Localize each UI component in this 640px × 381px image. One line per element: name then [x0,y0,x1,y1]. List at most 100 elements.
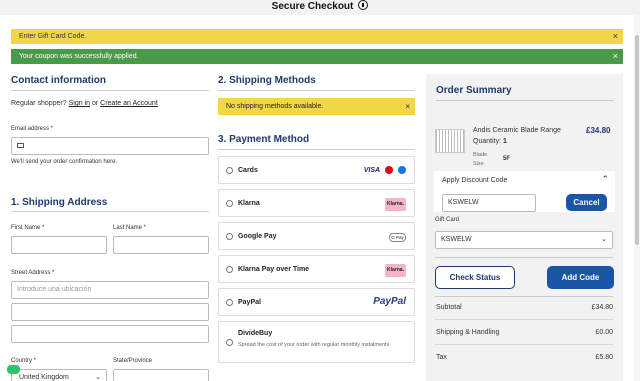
email-field[interactable] [11,137,209,155]
shipping-methods-heading: 2. Shipping Methods [218,75,316,86]
blade-size-label: Blade Size [473,152,488,167]
close-icon[interactable]: × [613,49,618,64]
payment-option-label: Klarna Pay over Time [238,266,310,273]
quantity-line: Quantity: 1 [473,138,507,145]
chevron-down-icon: ⌄ [95,374,101,381]
regular-shopper-line: Regular shopper? Sign in or Create an Ac… [11,100,158,107]
divider [218,149,415,150]
card-logos: VISA [364,166,406,174]
coupon-success-banner: Your coupon was successfully applied. × [11,49,623,64]
add-code-button[interactable]: Add Code [547,266,614,289]
gift-card-message: Enter Gift Card Code. [19,33,87,40]
discount-code-input[interactable]: KSWELW [442,194,536,212]
gift-card-select[interactable]: KSWELW ⌄ [435,231,613,249]
sign-in-link[interactable]: Sign in [69,100,90,107]
shipping-label: Shipping & Handling [436,329,500,336]
dividebuy-description: Spread the cost of your order with regul… [238,342,390,348]
email-label: Email address * [11,126,54,132]
radio-button[interactable] [226,299,233,306]
payment-option-label: PayPal [238,299,261,306]
visa-icon: VISA [363,166,381,174]
coupon-message: Your coupon was successfully applied. [19,53,139,60]
checkout-header: Secure Checkout [0,0,640,15]
country-value: United Kingdom [19,374,69,381]
maestro-icon [398,166,406,174]
radio-button[interactable] [226,266,233,273]
payment-option-klarna[interactable]: Klarna Klarna. [218,189,415,217]
lock-icon [358,0,369,10]
email-note: We'll send your order confirmation here. [11,159,118,165]
create-account-link[interactable]: Create an Account [100,100,158,107]
country-select[interactable]: United Kingdom ⌄ [11,369,107,381]
payment-option-cards[interactable]: Cards VISA [218,156,415,184]
subtotal-label: Subtotal [436,304,462,311]
scrollbar-thumb[interactable] [635,35,639,245]
check-status-button[interactable]: Check Status [435,266,515,289]
no-shipping-notice: No shipping methods available. × [218,98,415,115]
paypal-logo-icon: PayPal [373,296,406,307]
payment-option-google-pay[interactable]: Google Pay G Pay [218,222,415,250]
payment-option-label: Klarna [238,200,260,207]
mail-icon [17,142,24,148]
last-name-field[interactable] [113,236,209,254]
shipping-value: £0.00 [595,329,613,336]
divider [436,100,614,101]
gift-card-label: Gift Card [435,217,460,223]
order-summary-heading: Order Summary [436,85,512,96]
product-name: Andis Ceramic Blade Range [473,127,561,134]
state-field[interactable] [113,369,209,381]
divider [435,296,613,297]
state-label: State/Province [113,358,153,364]
tax-value: £5.80 [595,354,613,361]
chevron-down-icon: ⌄ [601,236,607,243]
radio-button[interactable] [226,233,233,240]
close-icon[interactable]: × [405,98,410,115]
contact-heading: Contact information [11,75,106,86]
discount-heading[interactable]: Apply Discount Code [442,177,507,184]
street-field-2[interactable] [11,303,209,321]
payment-option-label: Cards [238,167,258,174]
payment-option-paypal[interactable]: PayPal PayPal [218,288,415,316]
radio-button[interactable] [226,167,233,174]
payment-option-label: Google Pay [238,233,277,240]
divider [435,344,613,345]
radio-button[interactable] [226,200,233,207]
klarna-logo-icon: Klarna. [385,198,406,211]
close-icon[interactable]: × [613,29,618,44]
last-name-label: Last Name * [113,225,147,231]
subtotal-value: £34.80 [591,304,613,311]
order-summary-panel: Order Summary Andis Ceramic Blade Range … [426,74,623,381]
first-name-label: First Name * [11,225,45,231]
cancel-button[interactable]: Cancel [566,194,607,211]
street-field-1[interactable]: Introduce una ubicación [11,281,209,299]
shipping-address-heading: 1. Shipping Address [11,197,108,208]
divider [218,90,415,91]
quantity-label: Quantity: [473,138,502,145]
street-field-3[interactable] [11,325,209,343]
or-text: or [91,100,99,107]
divider [11,90,209,91]
payment-option-klarna-over-time[interactable]: Klarna Pay over Time Klarna. [218,255,415,283]
divider [435,257,613,258]
page-title: Secure Checkout [271,1,354,12]
street-label: Street Address * [11,270,55,276]
chat-widget-icon[interactable] [7,365,20,374]
scrollbar[interactable] [634,15,640,381]
quantity-value: 1 [502,138,507,145]
no-shipping-text: No shipping methods available. [226,103,324,110]
chevron-up-icon[interactable]: ⌃ [601,174,609,185]
mastercard-icon [385,166,394,174]
divider [435,319,613,320]
product-price: £34.80 [586,126,611,135]
first-name-field[interactable] [11,236,107,254]
klarna-logo-icon: Klarna. [385,264,406,277]
product-image [435,129,465,153]
payment-option-dividebuy[interactable]: DivideBuy Spread the cost of your order … [218,321,415,363]
divider [11,211,209,212]
gift-card-banner: Enter Gift Card Code. × [11,29,623,44]
regular-shopper-text: Regular shopper? [11,100,67,107]
tax-label: Tax [436,354,447,361]
payment-option-label: DivideBuy [238,330,273,337]
radio-button[interactable] [226,339,233,346]
payment-method-heading: 3. Payment Method [218,134,310,145]
